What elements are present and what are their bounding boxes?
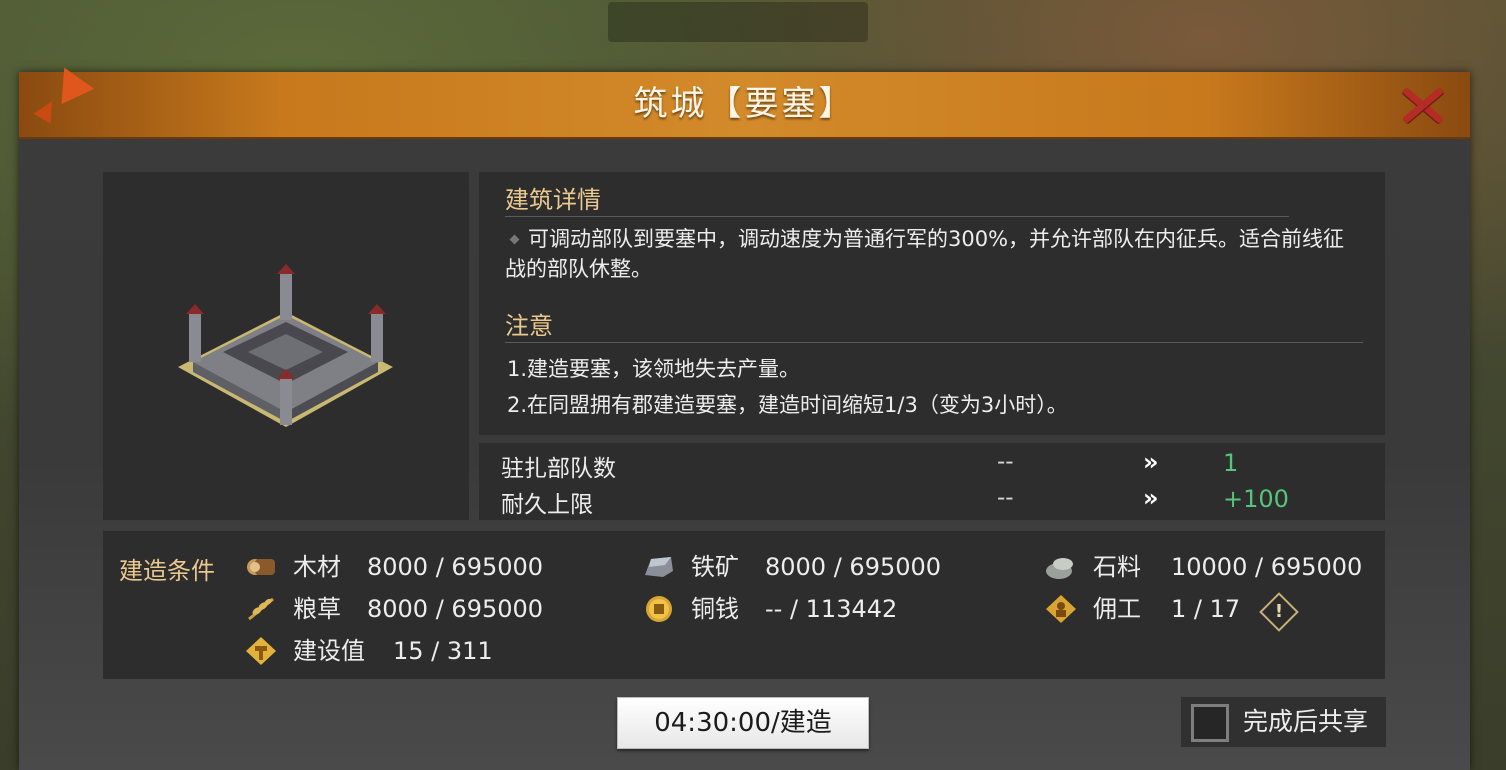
stat-new-durability: +100 xyxy=(1223,485,1289,513)
resource-construction: 建设值 15 / 311 xyxy=(245,633,605,669)
build-dialog: 筑城【要塞】 建筑详情 可调动部队到要塞中，调动速度为普通行军的300%，并允许… xyxy=(19,59,1470,770)
building-stats-panel: 驻扎部队数 -- » 1 耐久上限 -- » +100 xyxy=(479,443,1385,520)
double-chevron-icon: » xyxy=(1143,484,1159,512)
construction-value-icon xyxy=(246,637,276,665)
bullet-icon xyxy=(509,234,520,245)
building-details-panel: 建筑详情 可调动部队到要塞中，调动速度为普通行军的300%，并允许部队在内征兵。… xyxy=(479,172,1385,435)
double-chevron-icon: » xyxy=(1143,448,1159,476)
stat-current-durability: -- xyxy=(997,485,1014,511)
note-line: 1.建造要塞，该领地失去产量。 xyxy=(507,357,801,381)
close-icon[interactable] xyxy=(1399,84,1445,126)
resource-iron: 铁矿 8000 / 695000 xyxy=(643,549,1003,585)
stat-label-durability: 耐久上限 xyxy=(501,492,593,518)
divider xyxy=(505,342,1363,343)
wood-icon xyxy=(247,559,275,575)
share-after-complete[interactable]: 完成后共享 xyxy=(1181,697,1386,747)
stat-label-garrison: 驻扎部队数 xyxy=(501,456,616,482)
building-image-panel xyxy=(103,172,469,520)
build-button[interactable]: 04:30:00/建造 xyxy=(617,697,869,749)
building-description: 可调动部队到要塞中，调动速度为普通行军的300%，并允许部队在内征兵。适合前线征… xyxy=(505,227,1345,281)
resource-grain: 粮草 8000 / 695000 xyxy=(245,591,605,627)
stat-new-garrison: 1 xyxy=(1223,449,1239,477)
details-section-title: 建筑详情 xyxy=(505,186,601,214)
build-conditions-title: 建造条件 xyxy=(119,557,215,585)
build-conditions-panel: 建造条件 木材 8000 / 695000 铁矿 8000 / 695000 石… xyxy=(103,531,1385,679)
laborer-icon xyxy=(1046,595,1076,623)
share-checkbox[interactable] xyxy=(1191,704,1229,742)
resource-stone: 石料 10000 / 695000 xyxy=(1045,549,1365,585)
dialog-titlebar: 筑城【要塞】 xyxy=(19,59,1470,139)
divider xyxy=(505,216,1289,217)
stone-icon xyxy=(1046,558,1073,579)
iron-ore-icon xyxy=(645,557,673,577)
copper-coin-icon xyxy=(646,596,672,622)
fortress-image xyxy=(178,264,393,427)
share-label: 完成后共享 xyxy=(1243,707,1369,736)
notes-section-title: 注意 xyxy=(505,312,553,340)
note-line: 2.在同盟拥有郡建造要塞，建造时间缩短1/3（变为3小时）。 xyxy=(507,393,1068,417)
resource-laborer: 佣工 1 / 17 xyxy=(1045,591,1265,627)
resource-copper: 铜钱 -- / 113442 xyxy=(643,591,1003,627)
stat-current-garrison: -- xyxy=(997,449,1014,475)
background-banner xyxy=(608,2,868,42)
warning-icon[interactable]: ! xyxy=(1259,592,1299,632)
resource-wood: 木材 8000 / 695000 xyxy=(245,549,605,585)
grain-icon xyxy=(248,597,274,621)
dialog-title: 筑城【要塞】 xyxy=(633,84,856,124)
